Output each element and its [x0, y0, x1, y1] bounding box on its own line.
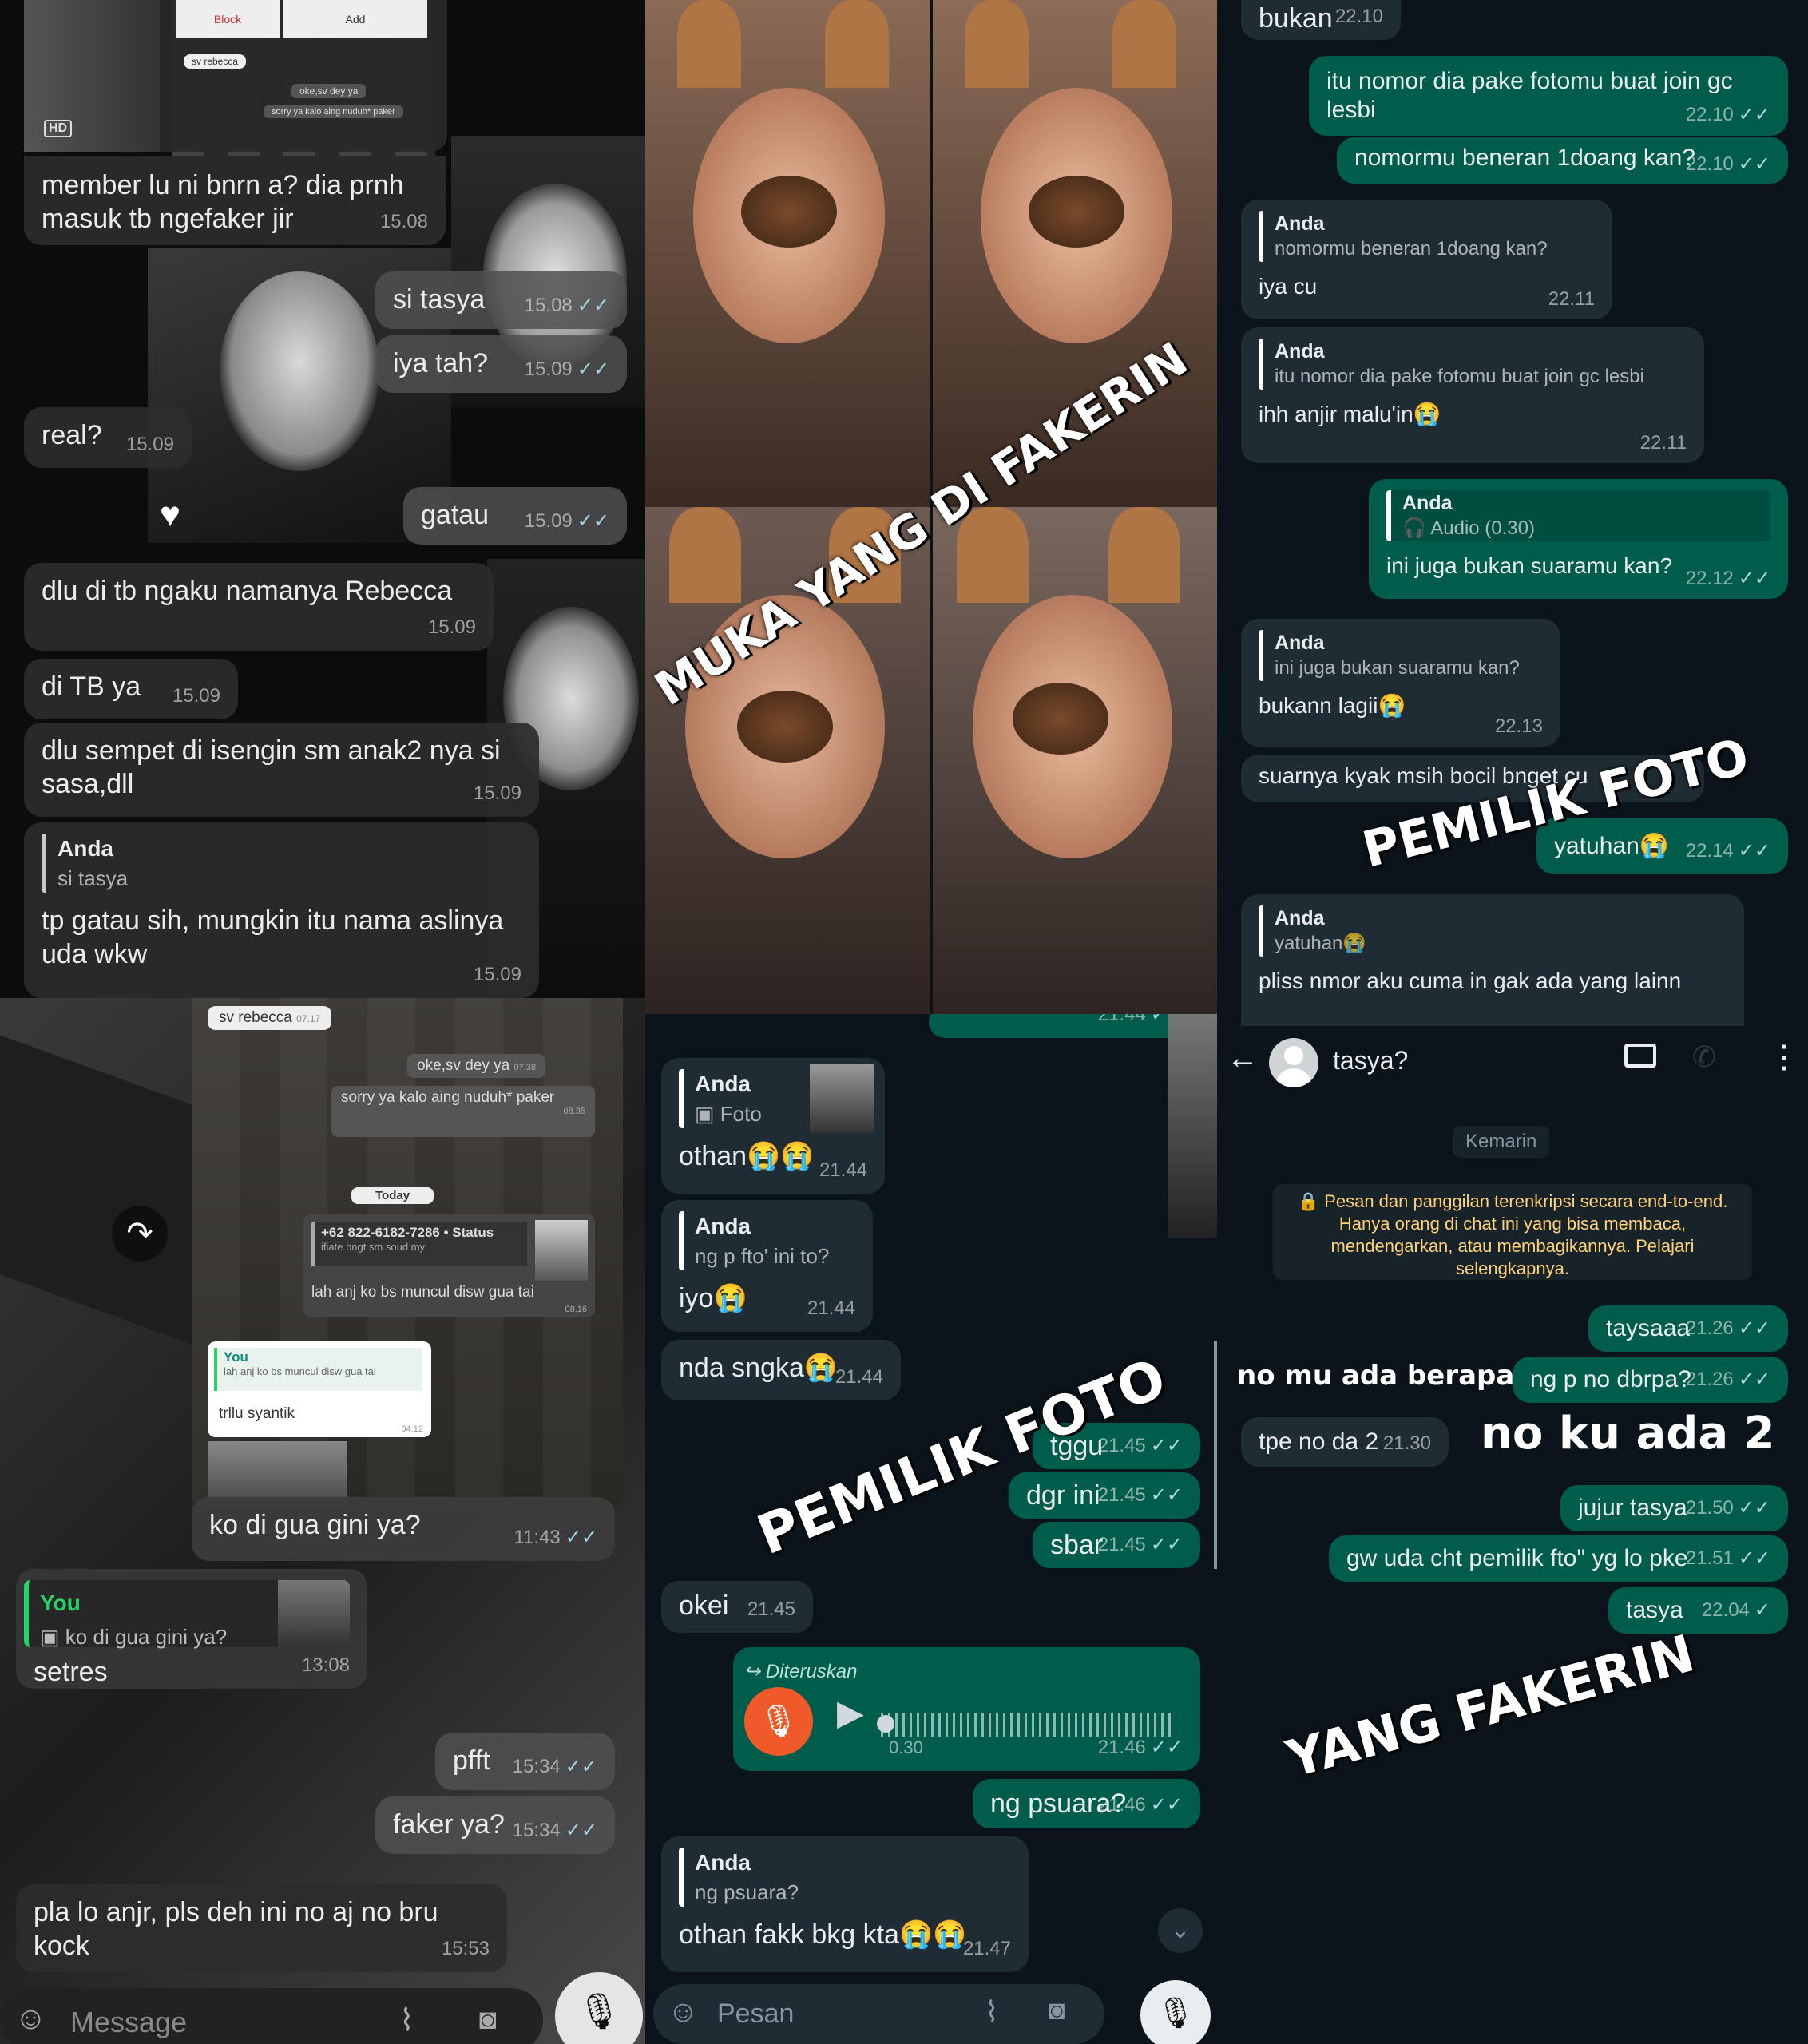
reply-card: You lah anj ko bs muncul disw gua tai trl… [208, 1341, 431, 1437]
camera-icon: ▣ [40, 1625, 65, 1649]
encryption-notice[interactable]: 🔒 Pesan dan panggilan terenkripsi secara… [1273, 1184, 1752, 1280]
message-bubble[interactable]: gatau 15.09 ✓✓ [403, 487, 627, 545]
message-bubble[interactable]: real? 15.09 [24, 407, 192, 468]
block-button[interactable]: Block [176, 0, 280, 38]
back-arrow-icon[interactable]: ← [1227, 1040, 1259, 1076]
quoted-message[interactable]: Anda si tasya [42, 834, 521, 893]
reply-message-bubble[interactable]: Anda itu nomor dia pake fotomu buat join … [1241, 327, 1704, 463]
photo-icon: ▣ [695, 1102, 720, 1126]
message-input-bar[interactable]: ☺ Pesan ⌇ ◙ [653, 1984, 1104, 2044]
reply-message-bubble[interactable]: You ▣ ko di gua gini ya? setres 13:08 [16, 1569, 367, 1689]
reply-message-bubble[interactable]: Anda ng psuara? othan fakk bkg kta😭😭 21.47 [661, 1836, 1029, 1972]
forwarded-screenshot-card: sv rebecca 07.17 oke,sv dey ya 07.38 sor… [192, 998, 623, 1509]
message-bubble[interactable]: ng p no dbrpa? 21.26 ✓✓ [1513, 1357, 1788, 1403]
message-bubble[interactable]: ng psuara? 21.46 ✓✓ [973, 1779, 1200, 1828]
voice-call-icon[interactable]: ✆ [1692, 1040, 1716, 1074]
message-bubble[interactable]: 21.44 ✓✓ [929, 1014, 1200, 1038]
message-bubble[interactable]: itu nomor dia pake fotomu buat join gc l… [1309, 56, 1788, 136]
panel-photo-grid: MUKA YANG DI FAKERIN [645, 0, 1217, 1014]
message-bubble[interactable]: dlu di tb ngaku namanya Rebecca 15.09 [24, 563, 494, 651]
add-button[interactable]: Add [283, 0, 427, 38]
message-input[interactable]: Pesan [717, 1998, 794, 2030]
date-chip: Today [351, 1187, 434, 1204]
mini-message: sorry ya kalo aing nuduh* paker [264, 105, 403, 118]
panel-chat-bottom-middle: 21.44 ✓✓ Anda ▣ Foto othan😭😭 21.44 Anda ng p… [645, 1014, 1217, 2044]
photo-thumbnail [810, 1064, 874, 1133]
hd-badge: HD [44, 120, 73, 137]
more-options-icon[interactable]: ⋮ [1768, 1039, 1800, 1075]
mini-message: oke,sv dey ya [291, 84, 367, 98]
emoji-icon[interactable]: ☺ [14, 2001, 47, 2037]
dog-filter-selfie [933, 507, 1217, 1014]
status-reply-card: +62 822-6182-7286 • Status ifiate bngt sm… [303, 1214, 595, 1317]
avatar[interactable] [1269, 1038, 1318, 1087]
reply-message-bubble[interactable]: Anda ini juga bukan suaramu kan? bukann l… [1241, 619, 1560, 747]
mic-button[interactable]: 🎙 [555, 1972, 643, 2044]
message-bubble[interactable]: jujur tasya 21.50 ✓✓ [1560, 1485, 1788, 1531]
voice-message[interactable]: ↪ Diteruskan 🎙 ▶ 0.30 21.46 ✓✓ [733, 1647, 1200, 1771]
message-bubble[interactable]: ko di gua gini ya? 11:43 ✓✓ [192, 1497, 615, 1561]
scroll-down-button[interactable]: ⌄ [1158, 1908, 1203, 1953]
message-bubble[interactable]: pfft 15:34 ✓✓ [435, 1733, 615, 1790]
message-bubble[interactable]: nda sngka😭 21.44 [661, 1340, 901, 1400]
message-bubble[interactable]: dlu sempet di isengin sm anak2 nya si sa… [24, 723, 539, 817]
date-chip: Kemarin [1453, 1126, 1550, 1158]
attach-icon[interactable]: ⌇ [985, 1995, 999, 2029]
contact-name[interactable]: tasya? [1333, 1046, 1408, 1075]
reply-message-bubble[interactable]: Anda nomormu beneran 1doang kan? iya cu 22… [1241, 200, 1612, 319]
message-bubble[interactable]: member lu ni bnrn a? dia prnh masuk tb n… [24, 156, 446, 245]
annotation-text: no mu ada berapa? [1237, 1360, 1531, 1392]
message-bubble[interactable]: si tasya 15.08 ✓✓ [375, 271, 627, 329]
message-input-bar[interactable]: ☺ Message ⌇ ◙ [0, 1988, 543, 2044]
message-input[interactable]: Message [70, 2006, 187, 2039]
camera-icon[interactable]: ◙ [479, 2002, 497, 2036]
mic-avatar-icon: 🎙 [744, 1687, 813, 1756]
quoted-message[interactable]: You ▣ ko di gua gini ya? [24, 1580, 350, 1649]
message-bubble[interactable]: tasya 22.04 ✓ [1608, 1587, 1788, 1634]
heart-icon: ♥ [160, 495, 181, 534]
message-bubble[interactable]: faker ya? 15:34 ✓✓ [375, 1796, 615, 1854]
panel-chat-rebecca-bottom: ↷ sv rebecca 07.17 oke,sv dey ya 07.38 s… [0, 998, 645, 2044]
message-bubble[interactable]: bukan 22.10 [1241, 0, 1401, 40]
panel-chat-tasya: ← tasya? ✆ ⋮ Kemarin 🔒 Pesan dan panggil… [1217, 1026, 1808, 2044]
mic-button[interactable]: 🎙 [1140, 1980, 1211, 2044]
play-icon[interactable]: ▶ [837, 1696, 864, 1731]
message-bubble[interactable]: tpe no da 2 21.30 [1241, 1417, 1449, 1467]
chat-header: ← tasya? ✆ ⋮ [1217, 1026, 1808, 1098]
message-bubble[interactable]: iya tah? 15.09 ✓✓ [375, 335, 627, 393]
message-bubble[interactable]: gw uda cht pemilik fto" yg lo pke 21.51 ✓✓ [1329, 1535, 1788, 1582]
video-call-icon[interactable] [1624, 1044, 1656, 1068]
panel-chat-top-right: bukan 22.10 itu nomor dia pake fotomu bua… [1217, 0, 1808, 1026]
reply-message-bubble[interactable]: Anda ▣ Foto othan😭😭 21.44 [661, 1058, 885, 1194]
message-bubble[interactable]: pla lo anjr, pls deh ini no aj no bru ko… [16, 1884, 507, 1972]
message-bubble[interactable]: taysaaa 21.26 ✓✓ [1588, 1305, 1788, 1352]
message-bubble[interactable]: okei 21.45 [661, 1581, 813, 1633]
panel-chat-rebecca-top: Block Add sv rebecca oke,sv dey ya sorry… [0, 0, 645, 998]
camera-icon[interactable]: ◙ [1049, 1995, 1065, 2026]
reply-message-bubble[interactable]: Anda ng p fto' ini to? iyo😭 21.44 [661, 1200, 873, 1332]
headphones-icon: 🎧 [1402, 517, 1431, 539]
reply-message-bubble[interactable]: Anda si tasya tp gatau sih, mungkin itu n… [24, 822, 539, 998]
forwarded-screenshot-card: Block Add sv rebecca oke,sv dey ya sorry… [24, 0, 447, 152]
forward-icon[interactable]: ↷ [112, 1206, 168, 1262]
overlay-caption: YANG FAKERIN [1281, 1624, 1701, 1790]
contact-chip: sv rebecca [184, 54, 247, 69]
mini-message: sorry ya kalo aing nuduh* paker 08.35 [331, 1086, 595, 1137]
message-bubble[interactable]: dgr ini 21.45 ✓✓ [1009, 1472, 1200, 1519]
forward-icon: ↪ [744, 1661, 766, 1682]
mini-message: oke,sv dey ya 07.38 [407, 1054, 545, 1078]
emoji-icon[interactable]: ☺ [668, 1995, 699, 2030]
reply-message-bubble[interactable]: Anda 🎧 Audio (0.30) ini juga bukan suaram… [1369, 479, 1788, 599]
annotation-text: no ku ada 2 [1481, 1408, 1775, 1460]
message-bubble[interactable]: sbar 21.45 ✓✓ [1033, 1522, 1200, 1568]
message-bubble[interactable]: di TB ya 15.09 [24, 659, 238, 719]
attach-icon[interactable]: ⌇ [399, 2002, 414, 2038]
message-bubble[interactable]: nomormu beneran 1doang kan? 22.10 ✓✓ [1337, 137, 1788, 184]
contact-chip: sv rebecca 07.17 [208, 1006, 332, 1030]
dog-filter-selfie [645, 0, 930, 507]
reply-message-bubble[interactable]: Anda yatuhan😭 pliss nmor aku cuma in gak … [1241, 894, 1744, 1026]
